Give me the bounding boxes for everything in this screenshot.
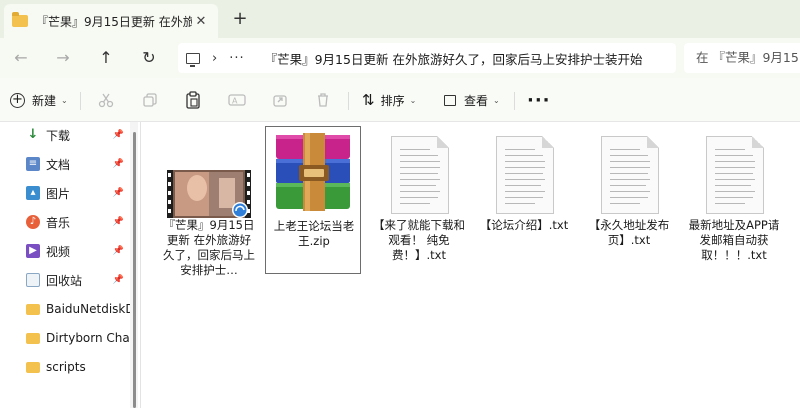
- video-thumbnail-icon: [167, 170, 251, 218]
- cut-button[interactable]: [98, 88, 114, 112]
- toolbar-divider: [514, 92, 515, 110]
- download-icon: ↓: [27, 127, 39, 142]
- videos-icon: ▶: [26, 244, 40, 258]
- text-document-icon: [706, 136, 764, 214]
- file-item-txt[interactable]: 最新地址及APP请发邮箱自动获取！！！.txt: [686, 126, 782, 274]
- documents-icon: ≡: [26, 157, 40, 171]
- chevron-right-icon[interactable]: ›: [212, 51, 217, 66]
- folder-icon: [12, 12, 28, 27]
- computer-icon: [186, 52, 200, 67]
- share-icon: [273, 95, 287, 107]
- pin-icon: 📌: [112, 275, 124, 285]
- winrar-archive-icon: [276, 133, 350, 211]
- paste-button[interactable]: [185, 88, 201, 112]
- navigation-pane: ↓ 下载 📌 ≡ 文档 📌 ▴ 图片 📌 ♪ 音乐 📌 ▶ 视频 📌 回收站 📌…: [0, 122, 140, 408]
- tab-bar: 『芒果』9月15日更新 在外旅游 ✕ +: [0, 0, 800, 38]
- folder-icon: [26, 361, 40, 373]
- rename-button[interactable]: A: [228, 88, 246, 112]
- scissors-icon: [98, 93, 114, 108]
- rename-icon: A: [228, 94, 246, 106]
- view-button[interactable]: 查看 ⌄: [444, 88, 500, 112]
- new-tab-button[interactable]: +: [228, 8, 252, 32]
- file-name: 最新地址及APP请发邮箱自动获取！！！.txt: [688, 218, 780, 262]
- trash-icon: [318, 93, 328, 107]
- text-document-icon: [496, 136, 554, 214]
- sidebar-item-pictures[interactable]: ▴ 图片 📌: [0, 180, 130, 206]
- chevron-down-icon: ⌄: [61, 95, 68, 105]
- tab-title: 『芒果』9月15日更新 在外旅游: [36, 14, 192, 29]
- tab-current-folder[interactable]: 『芒果』9月15日更新 在外旅游 ✕: [4, 4, 218, 38]
- pin-icon: 📌: [112, 159, 124, 169]
- file-name: 【永久地址发布页】.txt: [588, 218, 670, 247]
- text-document-icon: [601, 136, 659, 214]
- pictures-icon: ▴: [26, 186, 40, 200]
- sidebar-item-recycle-bin[interactable]: 回收站 📌: [0, 267, 130, 293]
- close-icon[interactable]: ✕: [192, 14, 210, 29]
- up-button[interactable]: ↑: [93, 46, 119, 70]
- folder-icon: [26, 332, 40, 344]
- sidebar-item-baidunetdisk[interactable]: BaiduNetdiskDo: [0, 296, 130, 322]
- breadcrumb-overflow-button[interactable]: ···: [229, 51, 244, 66]
- breadcrumb-current-folder[interactable]: 『芒果』9月15日更新 在外旅游好久了，回家后马上安排护士装开始: [265, 49, 643, 68]
- file-name: 【论坛介绍】.txt: [479, 218, 569, 232]
- file-list: 『芒果』9月15日更新 在外旅游好久了，回家后马上安排护士… 上老王论坛当老王.…: [141, 122, 800, 408]
- copy-button[interactable]: [142, 88, 158, 112]
- command-bar: + 新建 ⌄ A ⇅ 排序 ⌄ 查看 ⌄ ···: [0, 78, 800, 122]
- sidebar-item-downloads[interactable]: ↓ 下载 📌: [0, 122, 130, 148]
- file-name: 【来了就能下载和观看！ 纯免费！】.txt: [373, 218, 465, 262]
- file-item-txt[interactable]: 【论坛介绍】.txt: [476, 126, 572, 274]
- sidebar-item-scripts[interactable]: scripts: [0, 354, 130, 380]
- sidebar-item-videos[interactable]: ▶ 视频 📌: [0, 238, 130, 264]
- sort-button[interactable]: ⇅ 排序 ⌄: [362, 88, 416, 112]
- toolbar-divider: [348, 92, 349, 110]
- file-item-txt[interactable]: 【永久地址发布页】.txt: [581, 126, 677, 274]
- address-row: ← → ↑ ↻ › ··· 『芒果』9月15日更新 在外旅游好久了，回家后马上安…: [0, 38, 800, 78]
- music-icon: ♪: [26, 215, 40, 229]
- plus-circle-icon: +: [10, 92, 25, 108]
- back-button[interactable]: ←: [8, 46, 34, 70]
- file-item-zip[interactable]: 上老王论坛当老王.zip: [265, 126, 361, 274]
- pin-icon: 📌: [112, 246, 124, 256]
- refresh-button[interactable]: ↻: [136, 46, 162, 70]
- forward-button[interactable]: →: [50, 46, 76, 70]
- share-button[interactable]: [272, 88, 288, 112]
- pin-icon: 📌: [112, 217, 124, 227]
- delete-button[interactable]: [315, 88, 331, 112]
- search-input[interactable]: 在 『芒果』9月15日更新 在外旅游: [684, 43, 800, 73]
- svg-text:A: A: [232, 97, 238, 106]
- more-options-button[interactable]: ···: [527, 88, 551, 112]
- view-icon: [444, 94, 456, 106]
- folder-icon: [26, 303, 40, 315]
- recycle-bin-icon: [26, 273, 40, 287]
- text-document-icon: [391, 136, 449, 214]
- file-item-txt[interactable]: 【来了就能下载和观看！ 纯免费！】.txt: [371, 126, 467, 274]
- sidebar-item-documents[interactable]: ≡ 文档 📌: [0, 151, 130, 177]
- sort-icon: ⇅: [362, 91, 375, 109]
- chevron-down-icon: ⌄: [493, 95, 500, 105]
- pin-icon: 📌: [112, 130, 124, 140]
- file-name: 『芒果』9月15日更新 在外旅游好久了，回家后马上安排护士…: [163, 218, 255, 277]
- chevron-down-icon: ⌄: [409, 95, 417, 105]
- sidebar-item-dirtyborn[interactable]: Dirtyborn Chapt: [0, 325, 130, 351]
- sort-label: 排序: [380, 93, 405, 108]
- sidebar-scrollbar-thumb[interactable]: [133, 132, 136, 408]
- paste-icon: [186, 91, 200, 109]
- copy-icon: [143, 93, 157, 107]
- new-label: 新建: [32, 93, 57, 108]
- more-icon: ···: [527, 89, 551, 111]
- pin-icon: 📌: [112, 188, 124, 198]
- new-button[interactable]: + 新建 ⌄: [10, 88, 68, 112]
- toolbar-divider: [80, 92, 81, 110]
- sidebar-item-music[interactable]: ♪ 音乐 📌: [0, 209, 130, 235]
- file-name: 上老王论坛当老王.zip: [273, 219, 355, 248]
- file-item-video[interactable]: 『芒果』9月15日更新 在外旅游好久了，回家后马上安排护士…: [161, 126, 257, 277]
- address-bar[interactable]: › ··· 『芒果』9月15日更新 在外旅游好久了，回家后马上安排护士装开始: [178, 43, 676, 73]
- view-label: 查看: [464, 93, 489, 108]
